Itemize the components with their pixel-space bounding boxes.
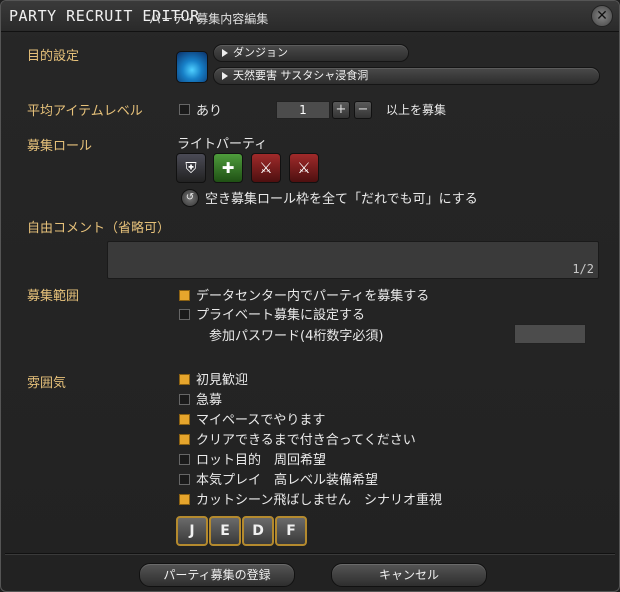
close-icon[interactable]: ✕ — [591, 5, 613, 27]
language-button-d[interactable]: D — [242, 516, 274, 546]
atmosphere-checkbox[interactable] — [179, 374, 190, 385]
atmosphere-checkbox[interactable] — [179, 434, 190, 445]
atmosphere-checkbox[interactable] — [179, 414, 190, 425]
triangle-right-icon — [222, 49, 228, 57]
item-level-checkbox-label: あり — [196, 104, 223, 119]
duty-dropdown[interactable]: 天然要害 サスタシャ浸食洞 — [213, 67, 600, 85]
role-slot-dps-2[interactable]: ⚔ — [289, 153, 319, 183]
reset-roles-text[interactable]: 空き募集ロール枠を全て「だれでも可」にする — [205, 188, 478, 207]
atmosphere-option-label: 本気プレイ 高レベル装備希望 — [196, 473, 379, 488]
comment-label: 自由コメント（省略可） — [27, 221, 171, 236]
objective-label: 目的設定 — [27, 49, 80, 64]
titlebar: PARTY RECRUIT EDITOR パーティ募集内容編集 ✕ — [1, 1, 619, 32]
scope-private-label: プライベート募集に設定する — [196, 308, 366, 323]
language-button-e[interactable]: E — [209, 516, 241, 546]
window-title-jp: パーティ募集内容編集 — [149, 12, 269, 26]
atmosphere-checkbox[interactable] — [179, 454, 190, 465]
comment-counter: 1/2 — [572, 262, 594, 276]
role-slot-healer[interactable]: ✚ — [213, 153, 243, 183]
item-level-suffix: 以上を募集 — [386, 103, 447, 117]
atmosphere-option-label: 急募 — [196, 393, 223, 408]
password-input[interactable] — [514, 324, 586, 344]
language-button-j[interactable]: J — [176, 516, 208, 546]
scope-datacenter-checkbox[interactable] — [179, 290, 190, 301]
item-level-checkbox[interactable] — [179, 104, 190, 115]
party-recruit-editor-window: PARTY RECRUIT EDITOR パーティ募集内容編集 ✕ 目的設定 ダ… — [0, 0, 620, 592]
atmosphere-checkbox[interactable] — [179, 494, 190, 505]
footer-divider — [5, 553, 615, 554]
role-slot-dps-1[interactable]: ⚔ — [251, 153, 281, 183]
item-level-input[interactable]: 1 — [276, 101, 330, 119]
reset-roles-icon[interactable]: ↺ — [181, 189, 199, 207]
scope-label: 募集範囲 — [27, 289, 80, 304]
submit-recruit-button[interactable]: パーティ募集の登録 — [139, 563, 295, 587]
role-slot-tank[interactable]: ⛨ — [176, 153, 206, 183]
duty-value: 天然要害 サスタシャ浸食洞 — [233, 69, 369, 82]
atmosphere-option-label: クリアできるまで付き合ってください — [196, 433, 416, 448]
atmosphere-checkbox[interactable] — [179, 394, 190, 405]
scope-datacenter-label: データセンター内でパーティを募集する — [196, 289, 430, 304]
roles-label: 募集ロール — [27, 139, 93, 154]
sword-icon: ⚔ — [297, 159, 311, 177]
duty-category-value: ダンジョン — [233, 46, 288, 59]
dungeon-icon — [176, 51, 208, 83]
item-level-plus-button[interactable]: + — [332, 101, 350, 119]
atmosphere-option-label: ロット目的 周回希望 — [196, 453, 327, 468]
party-type: ライトパーティ — [177, 137, 268, 152]
item-level-minus-button[interactable]: − — [354, 101, 372, 119]
shield-icon: ⛨ — [185, 159, 197, 177]
atmosphere-option-label: マイペースでやります — [196, 413, 326, 428]
scope-private-checkbox[interactable] — [179, 309, 190, 320]
comment-input[interactable]: 1/2 — [107, 241, 599, 279]
language-button-f[interactable]: F — [275, 516, 307, 546]
cancel-button[interactable]: キャンセル — [331, 563, 487, 587]
atmosphere-option-label: 初見歓迎 — [196, 373, 249, 388]
password-label: 参加パスワード(4桁数字必須) — [209, 329, 384, 344]
atmosphere-checkbox[interactable] — [179, 474, 190, 485]
sword-icon: ⚔ — [259, 159, 273, 177]
healer-cross-icon: ✚ — [221, 159, 235, 177]
triangle-right-icon — [222, 72, 228, 80]
atmosphere-option-label: カットシーン飛ばしません シナリオ重視 — [196, 493, 442, 508]
item-level-label: 平均アイテムレベル — [27, 104, 143, 119]
duty-category-dropdown[interactable]: ダンジョン — [213, 44, 409, 62]
atmosphere-label: 雰囲気 — [27, 376, 67, 391]
